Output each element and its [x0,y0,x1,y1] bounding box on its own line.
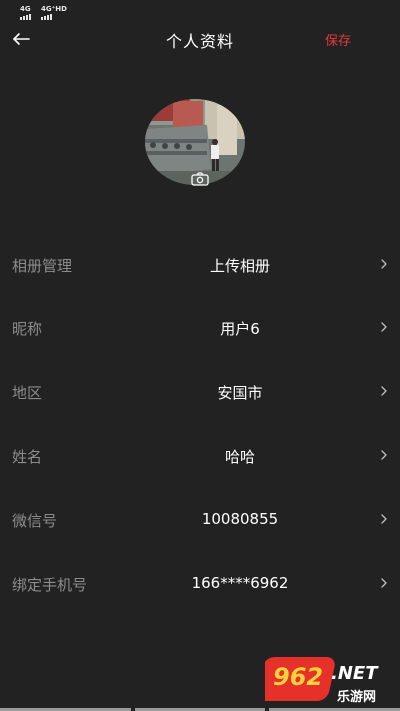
row-value: 上传相册 [209,257,270,275]
svg-text:962: 962 [273,663,323,691]
chevron-right-icon [381,450,387,460]
row-value: 166****6962 [191,574,289,592]
row-label: 绑定手机号 [12,576,88,594]
watermark-logo: 962 .NET [265,657,379,701]
row-value: 安国市 [217,384,263,402]
chevron-right-icon [381,578,387,588]
watermark-site-text: 乐游网 [337,690,377,705]
chevron-right-icon [381,386,387,396]
svg-text:.NET: .NET [331,663,379,684]
row-label: 相册管理 [12,257,73,275]
row-value: 10080855 [201,510,279,528]
row-nickname[interactable]: 昵称 用户6 [0,306,400,350]
row-bound-phone[interactable]: 绑定手机号 166****6962 [0,562,400,606]
chevron-right-icon [381,259,387,269]
chevron-right-icon [381,514,387,524]
chevron-right-icon [381,322,387,332]
home-indicator [0,705,400,711]
signal-label-1: 4G [20,5,31,13]
row-name[interactable]: 姓名 哈哈 [0,434,400,478]
row-label: 微信号 [12,512,58,530]
row-label: 地区 [12,384,43,402]
signal-bars-icon [20,14,31,20]
row-label: 昵称 [12,320,43,338]
status-bar: 4G 4G⁺HD [0,0,400,22]
row-wechat-id[interactable]: 微信号 10080855 [0,498,400,542]
row-album-management[interactable]: 相册管理 上传相册 [0,243,400,287]
row-region[interactable]: 地区 安国市 [0,370,400,414]
signal-bars-icon [41,14,52,20]
row-label: 姓名 [12,448,43,466]
camera-icon[interactable] [191,172,209,186]
row-value: 用户6 [220,320,260,338]
header: 个人资料 保存 [0,22,400,56]
signal-label-2: 4G⁺HD [41,5,67,13]
row-value: 哈哈 [224,448,255,466]
save-button[interactable]: 保存 [325,30,351,49]
